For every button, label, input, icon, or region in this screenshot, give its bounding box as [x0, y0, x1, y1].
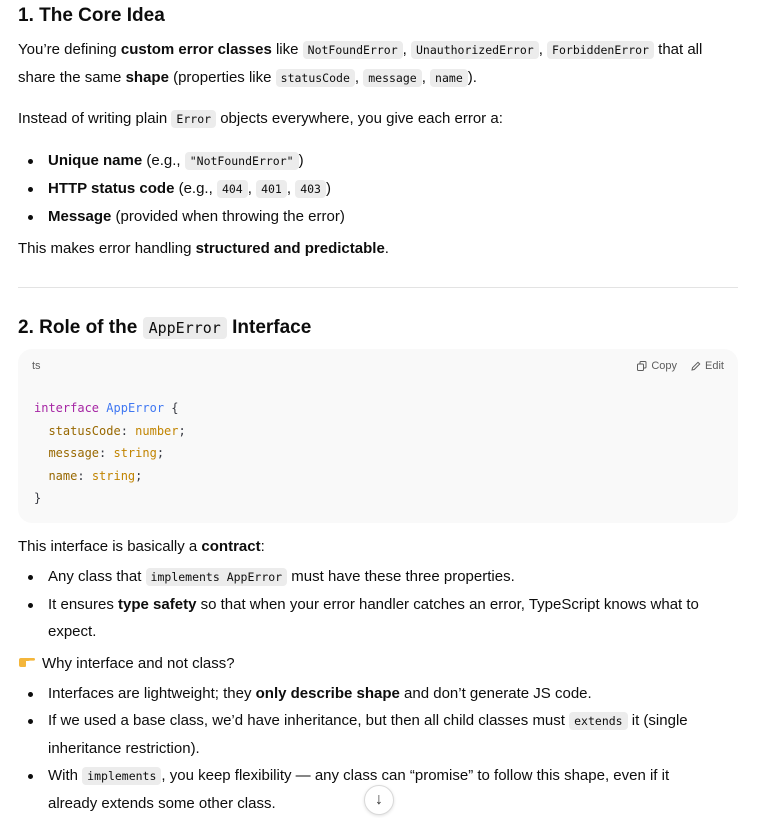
inline-code: Error [171, 110, 217, 128]
list-item: Interfaces are lightweight; they only de… [18, 680, 718, 707]
inline-code: message [363, 69, 422, 87]
section-2-list: Any class that implements AppError must … [18, 563, 718, 645]
scroll-to-bottom-button[interactable]: ↓ [364, 785, 394, 815]
section-1-intro: You’re defining custom error classes lik… [18, 41, 703, 87]
section-1-paragraph-2: Instead of writing plain Error objects e… [18, 110, 503, 128]
arrow-down-icon: ↓ [375, 791, 383, 808]
copy-icon [637, 361, 647, 371]
edit-button[interactable]: Edit [691, 360, 724, 372]
list-item: Any class that implements AppError must … [18, 563, 718, 591]
section-1-list: Unique name (e.g., "NotFoundError") HTTP… [18, 147, 733, 230]
code-block-header: ts Copy Edit [18, 349, 738, 383]
list-item: It ensures type safety so that when your… [18, 591, 718, 645]
code-content: interface AppError { statusCode: number;… [34, 401, 186, 505]
inline-code: statusCode [275, 69, 355, 87]
section-1-conclusion: This makes error handling structured and… [18, 240, 389, 257]
pointing-hand-icon [18, 650, 36, 678]
list-item: HTTP status code (e.g., 404, 401, 403) [18, 175, 733, 203]
section-2-paragraph: This interface is basically a contract: [18, 538, 265, 555]
section-divider [18, 287, 738, 288]
copy-button[interactable]: Copy [637, 360, 677, 372]
inline-code: ForbiddenError [547, 41, 654, 59]
code-language-label: ts [32, 360, 41, 372]
list-item: Message (provided when throwing the erro… [18, 203, 733, 230]
inline-code: name [430, 69, 468, 87]
inline-code: UnauthorizedError [411, 41, 539, 59]
inline-code: NotFoundError [302, 41, 403, 59]
code-block: ts Copy Edit interface AppError { status… [18, 349, 738, 523]
section-2-heading: 2. Role of the AppError Interface [18, 317, 312, 339]
edit-icon [691, 361, 701, 371]
why-heading: Why interface and not class? [18, 650, 235, 678]
list-item: Unique name (e.g., "NotFoundError") [18, 147, 733, 175]
inline-code: AppError [142, 317, 227, 339]
section-1-heading: 1. The Core Idea [18, 5, 165, 26]
list-item: If we used a base class, we’d have inher… [18, 707, 718, 762]
